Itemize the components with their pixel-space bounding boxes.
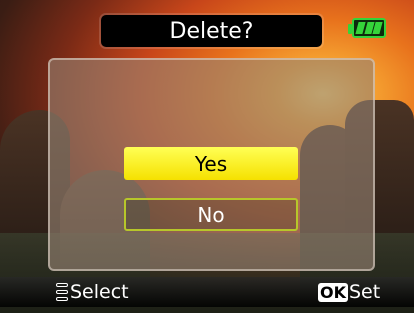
camera-screen: Delete? Yes No Select OK Set — [0, 0, 414, 313]
set-label: Set — [349, 281, 381, 303]
dialog-title: Delete? — [101, 15, 322, 47]
ok-button-icon: OK — [318, 282, 348, 302]
yes-option[interactable]: Yes — [124, 147, 298, 180]
dial-icon — [55, 283, 69, 301]
set-hint: OK Set — [318, 281, 380, 303]
select-label: Select — [70, 281, 129, 303]
no-option[interactable]: No — [124, 198, 298, 231]
battery-full-icon — [348, 18, 388, 40]
select-hint: Select — [55, 281, 129, 303]
